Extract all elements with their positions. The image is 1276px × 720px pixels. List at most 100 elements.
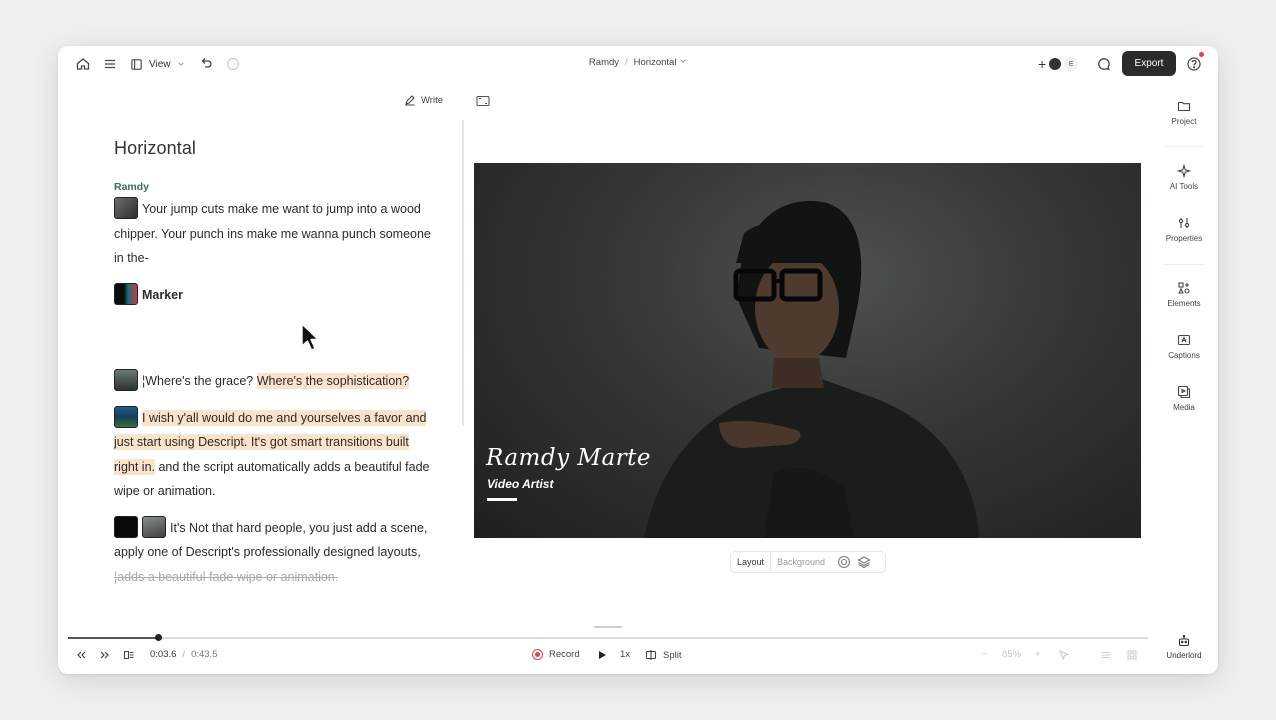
marker-row[interactable]: Marker bbox=[114, 282, 434, 308]
document-title[interactable]: Horizontal bbox=[114, 138, 434, 159]
total-time: 0:43.5 bbox=[191, 649, 218, 660]
pointer-tool-icon[interactable] bbox=[1058, 649, 1070, 661]
paragraph-text: and the script automatically adds a beau… bbox=[114, 459, 430, 499]
rail-item-ai-tools[interactable]: AI Tools bbox=[1158, 164, 1210, 191]
add-collaborator-icon[interactable]: + bbox=[1038, 56, 1046, 72]
export-button[interactable]: Export bbox=[1122, 51, 1176, 76]
breadcrumb-composition[interactable]: Horizontal bbox=[634, 57, 677, 68]
top-bar: View Ramdy / Horizontal + E Export bbox=[58, 46, 1218, 82]
playback-speed-button[interactable]: 1x bbox=[620, 649, 630, 660]
avatar-initial: E bbox=[1064, 57, 1079, 71]
panel-resize-handle[interactable] bbox=[594, 626, 622, 628]
paragraph-text: Your jump cuts make me want to jump into… bbox=[114, 202, 431, 265]
zoom-out-button[interactable]: − bbox=[982, 649, 988, 660]
aspect-ratio-icon[interactable] bbox=[476, 94, 490, 107]
rail-item-label: Properties bbox=[1165, 234, 1203, 243]
rail-item-media[interactable]: Media bbox=[1158, 385, 1210, 412]
mouse-cursor-icon bbox=[301, 323, 319, 351]
tab-layout[interactable]: Layout bbox=[731, 552, 772, 572]
current-time: 0:03.6 bbox=[150, 649, 177, 660]
speaker-label[interactable]: Ramdy bbox=[114, 181, 434, 193]
rail-item-elements[interactable]: Elements bbox=[1158, 281, 1210, 308]
scene-thumbnail[interactable] bbox=[114, 197, 138, 219]
rail-item-label: Media bbox=[1173, 403, 1195, 412]
chapters-icon[interactable] bbox=[123, 649, 135, 661]
list-view-icon[interactable] bbox=[1100, 649, 1112, 661]
rail-divider bbox=[1164, 264, 1204, 265]
comment-icon[interactable] bbox=[1096, 56, 1112, 72]
app-window: View Ramdy/Horizontal + E Export Write bbox=[58, 46, 1218, 674]
lower-third-role[interactable]: Video Artist bbox=[487, 477, 553, 491]
zoom-in-button[interactable]: + bbox=[1035, 649, 1041, 660]
scene-toolbar: Layout Background bbox=[730, 551, 886, 573]
rail-item-captions[interactable]: Captions bbox=[1158, 333, 1210, 360]
media-icon bbox=[1177, 385, 1191, 399]
timeline-progress-fill bbox=[68, 637, 158, 639]
play-button[interactable] bbox=[596, 649, 608, 661]
play-icon bbox=[599, 651, 606, 659]
captions-icon bbox=[1177, 334, 1191, 346]
record-button[interactable]: Record bbox=[532, 649, 580, 660]
scene-thumbnail[interactable] bbox=[142, 515, 166, 538]
rail-item-label: AI Tools bbox=[1169, 182, 1199, 191]
lower-third-accent-bar bbox=[487, 498, 517, 501]
rail-divider bbox=[1164, 146, 1204, 147]
skip-forward-icon[interactable] bbox=[99, 649, 111, 661]
rail-item-label: Elements bbox=[1167, 299, 1201, 308]
write-mode-button[interactable]: Write bbox=[404, 94, 443, 106]
layers-icon[interactable] bbox=[857, 555, 871, 569]
folder-icon bbox=[1177, 101, 1191, 112]
script-editor[interactable]: Horizontal Ramdy Your jump cuts make me … bbox=[114, 138, 434, 589]
shapes-icon bbox=[1178, 282, 1190, 294]
collaborators[interactable]: + E bbox=[1038, 54, 1084, 74]
avatar bbox=[1049, 58, 1062, 70]
rail-item-label: Project bbox=[1171, 117, 1197, 126]
time-display: 0:03.6 / 0:43.5 bbox=[150, 649, 217, 660]
transport-bar: 0:03.6 / 0:43.5 Record 1x Split − 85% + bbox=[58, 646, 1218, 666]
video-preview[interactable]: Ramdy Marte Video Artist bbox=[474, 163, 1141, 538]
time-separator: / bbox=[182, 649, 186, 660]
rail-item-label: Captions bbox=[1168, 351, 1200, 360]
grid-view-icon[interactable] bbox=[1126, 649, 1138, 661]
deleted-text: adds a beautiful fade wipe or animation. bbox=[117, 569, 339, 584]
write-label: Write bbox=[421, 94, 443, 106]
record-label: Record bbox=[549, 649, 580, 660]
rail-item-project[interactable]: Project bbox=[1158, 99, 1210, 126]
underlord-button[interactable]: Underlord bbox=[1158, 634, 1210, 660]
marker-label: Marker bbox=[142, 287, 183, 302]
robot-icon bbox=[1178, 635, 1190, 647]
chevron-down-icon[interactable] bbox=[679, 57, 687, 65]
scene-thumbnail[interactable] bbox=[114, 405, 138, 428]
sparkle-icon bbox=[1177, 164, 1191, 178]
playhead[interactable] bbox=[154, 634, 162, 641]
video-frame-person bbox=[644, 200, 979, 538]
split-icon bbox=[645, 650, 657, 660]
effects-icon[interactable] bbox=[837, 555, 851, 569]
sliders-icon bbox=[1178, 218, 1190, 228]
script-scrollbar[interactable] bbox=[462, 120, 464, 426]
split-button[interactable]: Split bbox=[645, 649, 681, 661]
script-paragraph[interactable]: Your jump cuts make me want to jump into… bbox=[114, 197, 434, 271]
help-icon[interactable] bbox=[1186, 56, 1202, 72]
scene-thumbnail[interactable] bbox=[114, 369, 138, 391]
highlighted-text: Where's the sophistication? bbox=[256, 373, 410, 389]
underlord-label: Underlord bbox=[1166, 651, 1202, 660]
scene-thumbnail[interactable] bbox=[114, 282, 138, 305]
script-paragraph[interactable]: ¦Where's the grace? Where's the sophisti… bbox=[114, 369, 434, 394]
rail-item-properties[interactable]: Properties bbox=[1158, 216, 1210, 243]
notification-dot bbox=[1199, 52, 1204, 57]
script-paragraph[interactable]: It's Not that hard people, you just add … bbox=[114, 515, 434, 590]
pen-icon bbox=[405, 95, 415, 106]
breadcrumb-separator: / bbox=[625, 57, 628, 68]
lower-third-name[interactable]: Ramdy Marte bbox=[486, 445, 651, 471]
tab-background[interactable]: Background bbox=[771, 552, 831, 572]
script-paragraph[interactable]: I wish y'all would do me and yourselves … bbox=[114, 405, 434, 504]
scene-thumbnail[interactable] bbox=[114, 515, 138, 538]
paragraph-text: Where's the grace? bbox=[145, 374, 257, 388]
skip-back-icon[interactable] bbox=[75, 649, 87, 661]
timeline-scrubber[interactable] bbox=[68, 637, 1148, 639]
split-label: Split bbox=[663, 649, 682, 661]
zoom-level[interactable]: 85% bbox=[1002, 649, 1021, 660]
breadcrumb-project[interactable]: Ramdy bbox=[589, 57, 619, 68]
record-icon bbox=[532, 649, 543, 660]
